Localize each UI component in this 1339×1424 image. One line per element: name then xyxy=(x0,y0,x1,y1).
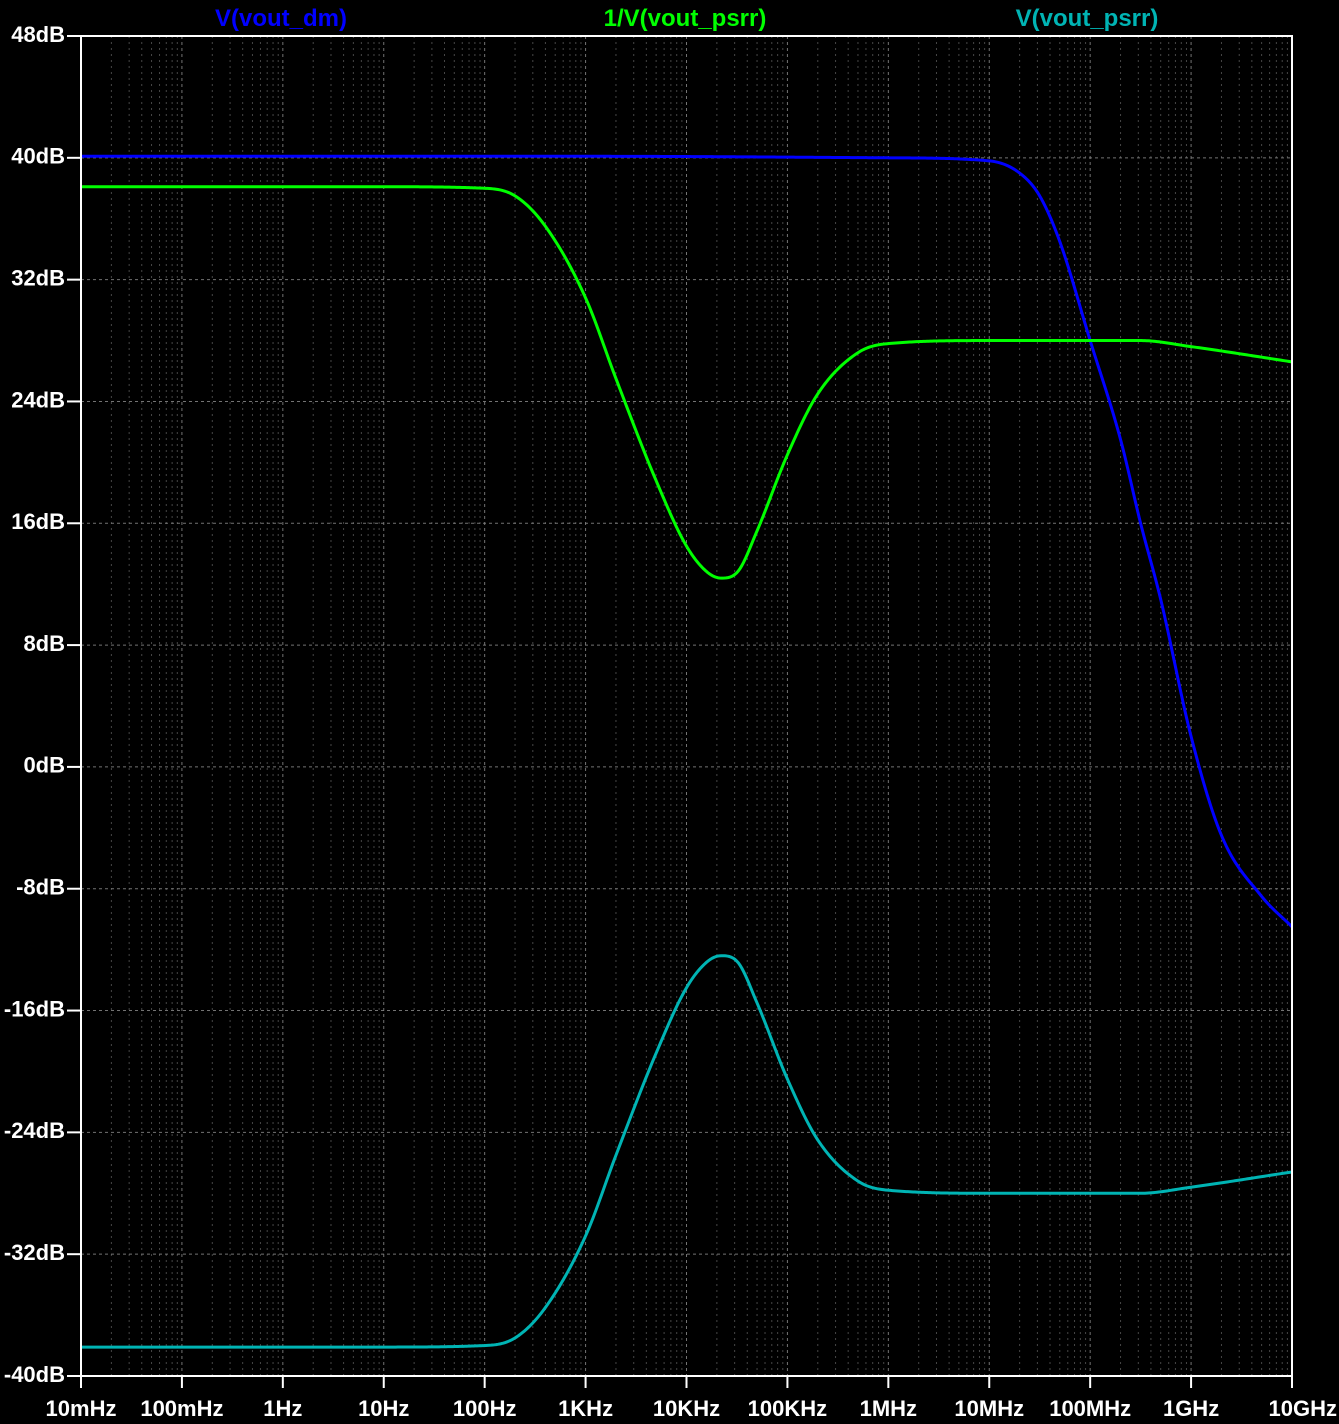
x-tick-label: 1KHz xyxy=(558,1396,613,1421)
y-tick-label: 0dB xyxy=(23,753,65,778)
y-tick-label: 8dB xyxy=(23,631,65,656)
x-tick-label: 10MHz xyxy=(954,1396,1024,1421)
y-tick-label: -24dB xyxy=(4,1118,65,1143)
y-tick-label: 24dB xyxy=(11,387,65,412)
x-tick-label: 10Hz xyxy=(358,1396,409,1421)
x-tick-label: 10KHz xyxy=(653,1396,720,1421)
x-tick-label: 1MHz xyxy=(860,1396,917,1421)
legend-entry-0: V(vout_dm) xyxy=(215,5,347,32)
x-tick-label: 100Hz xyxy=(453,1396,517,1421)
plot-background xyxy=(0,0,1339,1424)
x-tick-label: 100KHz xyxy=(748,1396,827,1421)
legend-entry-2: V(vout_psrr) xyxy=(1016,5,1159,32)
legend-entry-1: 1/V(vout_psrr) xyxy=(604,5,767,32)
y-tick-label: 16dB xyxy=(11,509,65,534)
x-tick-label: 10GHz xyxy=(1269,1396,1337,1421)
y-tick-label: -8dB xyxy=(16,875,65,900)
y-tick-label: 40dB xyxy=(11,144,65,169)
x-tick-label: 10mHz xyxy=(46,1396,117,1421)
y-tick-label: 32dB xyxy=(11,265,65,290)
y-tick-label: 48dB xyxy=(11,22,65,47)
x-tick-label: 1GHz xyxy=(1163,1396,1219,1421)
y-tick-label: -40dB xyxy=(4,1362,65,1387)
y-tick-label: -32dB xyxy=(4,1240,65,1265)
y-tick-label: -16dB xyxy=(4,996,65,1021)
x-tick-label: 100mHz xyxy=(140,1396,223,1421)
x-tick-label: 1Hz xyxy=(263,1396,302,1421)
bode-plot: 48dB 40dB 32dB 24dB 16dB 8dB 0dB -8dB -16dB -24dB… xyxy=(0,0,1339,1424)
x-tick-label: 100MHz xyxy=(1049,1396,1131,1421)
